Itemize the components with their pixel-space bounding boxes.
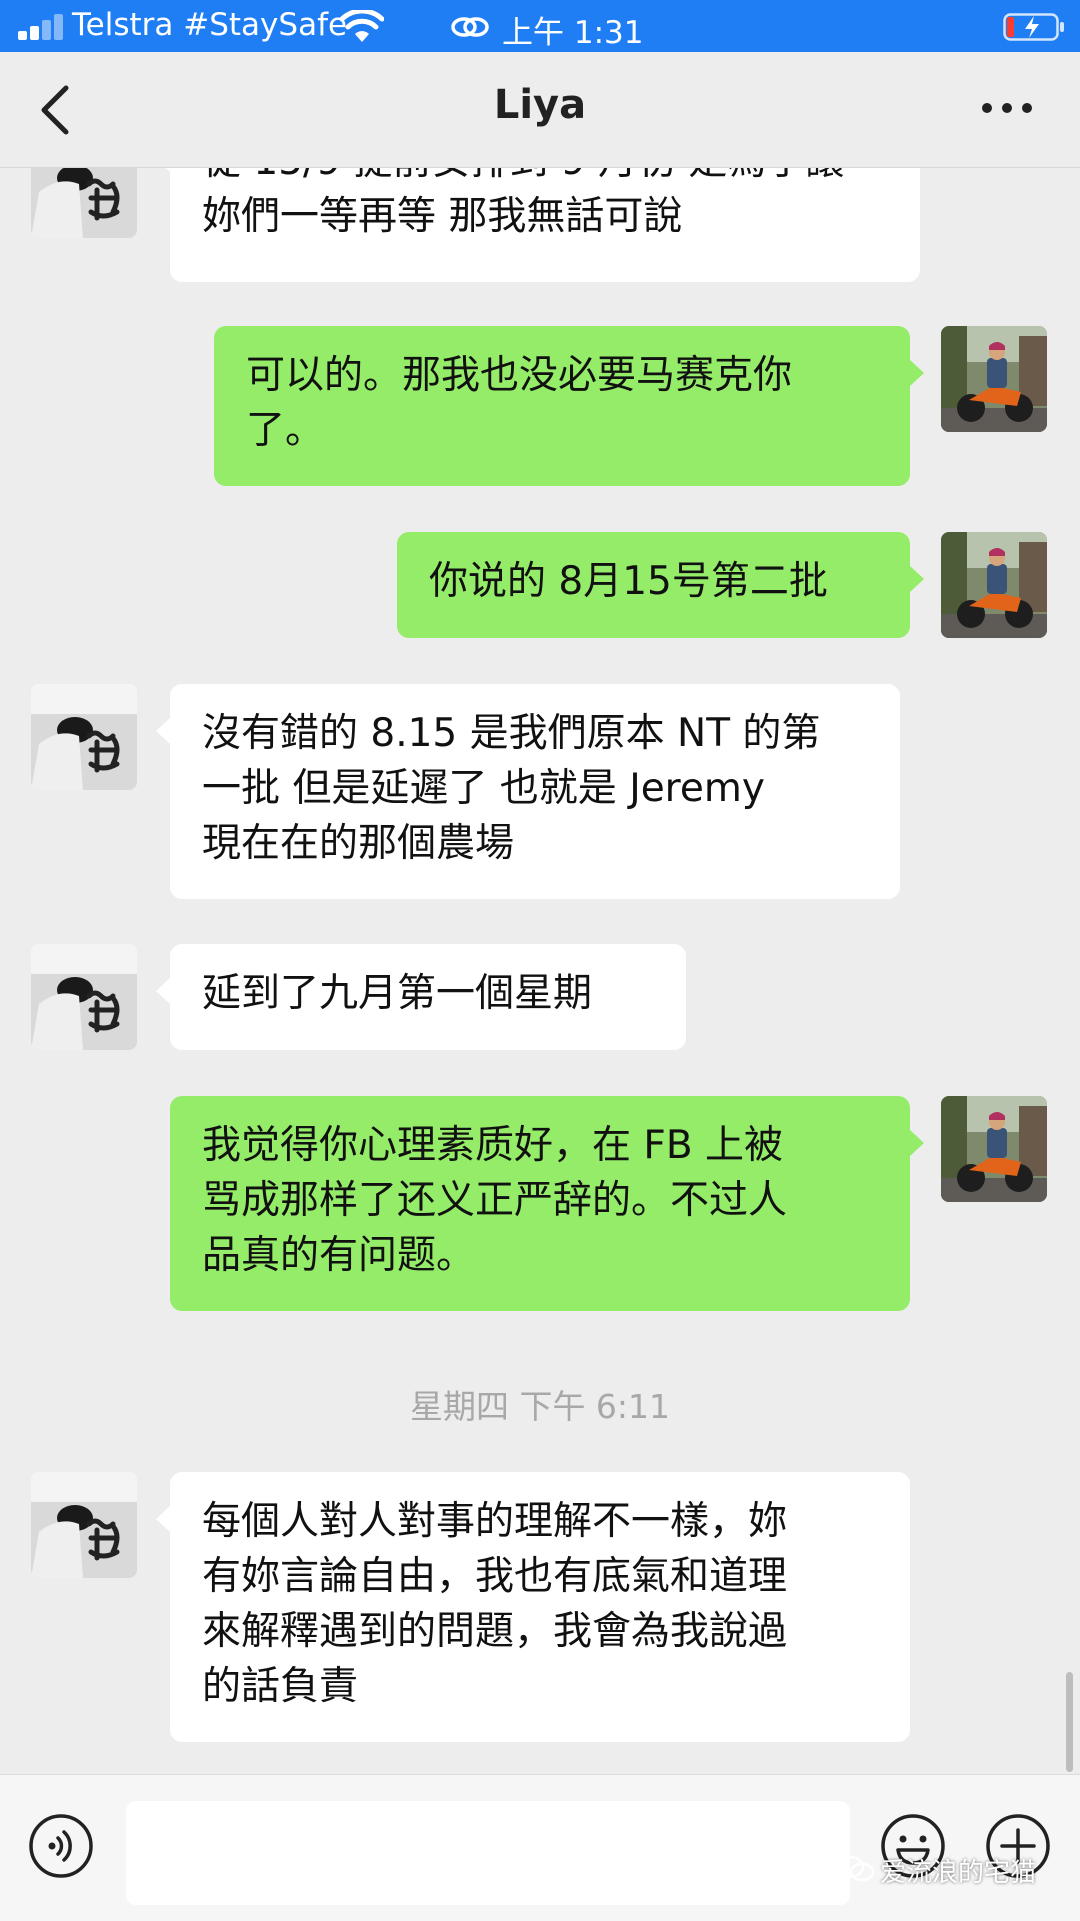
message-text-line: 骂成那样了还义正严辞的。不过人 (202, 1178, 788, 1223)
contact-avatar[interactable] (31, 1472, 137, 1578)
chat-title: Liya (493, 82, 587, 128)
message-timestamp: 星期四 下午 6:11 (409, 1387, 671, 1426)
chat-header: Liya (0, 52, 1080, 168)
message-text-line: 品真的有问题。 (202, 1233, 476, 1278)
my-avatar[interactable] (941, 532, 1047, 638)
watermark-text: 爱流浪的宅猫 (880, 1858, 1037, 1888)
link-icon (451, 17, 489, 37)
message-text-line: 有妳言論自由，我也有底氣和道理 (202, 1554, 788, 1599)
chat-scrollbar[interactable] (1066, 1672, 1073, 1772)
message-text-line: 從 15/9 提前安排到 9 月初 是為了讓 (202, 168, 888, 189)
message-bubble-incoming[interactable]: 從 15/9 提前安排到 9 月初 是為了讓 妳們一等再等 那我無話可說 (156, 168, 920, 282)
message-text-line: 的話負責 (202, 1664, 359, 1709)
my-avatar[interactable] (941, 1096, 1047, 1202)
clock: 上午 1:31 (502, 15, 644, 51)
message-bubble-incoming[interactable]: 延到了九月第一個星期 (156, 944, 686, 1050)
contact-avatar[interactable] (31, 168, 137, 238)
message-bubble-outgoing[interactable]: 可以的。那我也没必要马赛克你 了。 (214, 326, 924, 486)
wifi-icon (340, 10, 384, 42)
message-text-line: 來解釋遇到的問題，我會為我說過 (202, 1609, 788, 1654)
carrier-name: Telstra #StaySafe (72, 7, 348, 43)
chat-message-list[interactable]: 從 15/9 提前安排到 9 月初 是為了讓 妳們一等再等 那我無話可說 可以的… (0, 168, 1080, 1774)
message-text-line: 我觉得你心理素质好，在 FB 上被 (202, 1123, 783, 1168)
signal-strength-icon (18, 14, 64, 40)
message-text-line: 每個人對人對事的理解不一樣，妳 (202, 1499, 788, 1544)
message-text-line: 妳們一等再等 那我無話可說 (202, 194, 683, 239)
battery-charging-icon (1003, 13, 1064, 41)
wechat-logo-icon (835, 1855, 875, 1882)
message-text-line: 現在在的那個農場 (202, 821, 515, 866)
my-avatar[interactable] (941, 326, 1047, 432)
status-bar: Telstra #StaySafe 上午 1:31 (0, 0, 1080, 52)
message-bubble-outgoing[interactable]: 我觉得你心理素质好，在 FB 上被 骂成那样了还义正严辞的。不过人 品真的有问题… (170, 1096, 924, 1311)
contact-avatar[interactable] (31, 684, 137, 790)
message-input[interactable] (126, 1801, 850, 1905)
message-bubble-incoming[interactable]: 每個人對人對事的理解不一樣，妳 有妳言論自由，我也有底氣和道理 來解釋遇到的問題… (156, 1472, 910, 1742)
message-text-line: 你说的 8月15号第二批 (429, 559, 828, 604)
message-text-line: 一批 但是延遲了 也就是 Jeremy (202, 766, 765, 811)
input-bar (0, 1774, 1080, 1921)
contact-avatar[interactable] (31, 944, 137, 1050)
message-text-line: 可以的。那我也没必要马赛克你 (246, 353, 793, 398)
message-text-line: 了。 (246, 408, 325, 453)
message-bubble-incoming[interactable]: 沒有錯的 8.15 是我們原本 NT 的第 一批 但是延遲了 也就是 Jerem… (156, 684, 900, 899)
message-text-line: 延到了九月第一個星期 (202, 971, 593, 1016)
voice-icon[interactable] (28, 1813, 94, 1879)
message-bubble-outgoing[interactable]: 你说的 8月15号第二批 (397, 532, 924, 638)
message-text-line: 沒有錯的 8.15 是我們原本 NT 的第 (202, 711, 821, 756)
more-dots-icon[interactable] (980, 92, 1036, 122)
